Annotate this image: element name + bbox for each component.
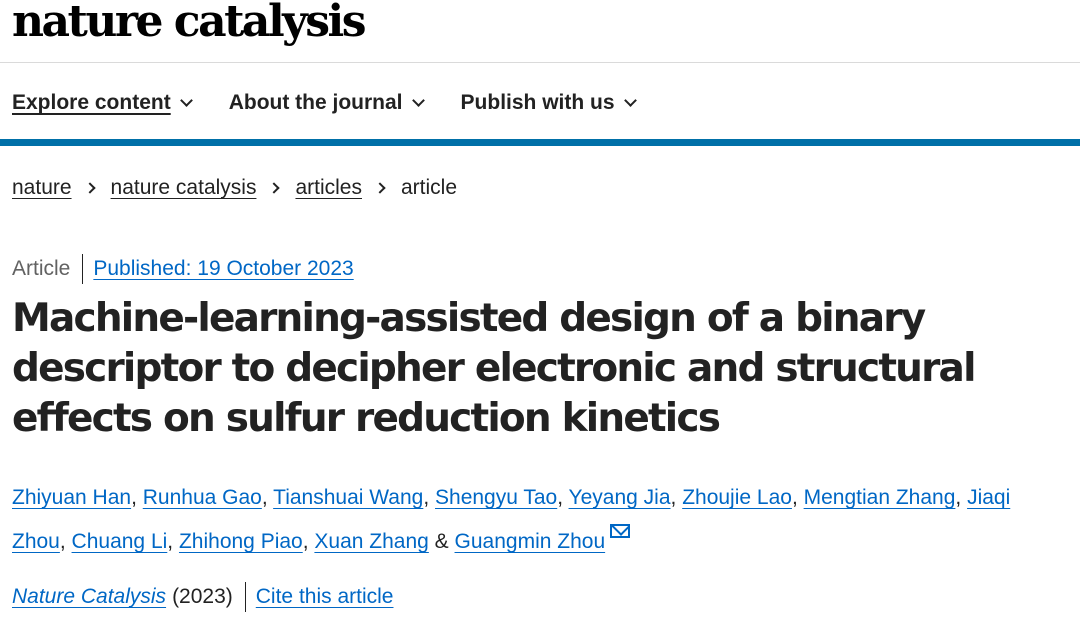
citation-row: Nature Catalysis (2023) Cite this articl… xyxy=(12,582,393,612)
nav-publish-with-us-label: Publish with us xyxy=(460,91,615,114)
breadcrumb-nature[interactable]: nature xyxy=(12,176,72,200)
author-separator: , xyxy=(302,530,315,553)
site-logo[interactable]: nature catalysis xyxy=(12,0,366,50)
author-separator: , xyxy=(261,486,274,509)
nav-about-the-journal-label: About the journal xyxy=(228,91,403,114)
author-link[interactable]: Tianshuai Wang xyxy=(273,486,423,509)
article-meta: Article Published: 19 October 2023 xyxy=(12,254,354,284)
author-separator: , xyxy=(557,486,569,509)
chevron-down-icon xyxy=(179,93,193,107)
author-link[interactable]: Xuan Zhang xyxy=(314,530,428,553)
publication-year: (2023) xyxy=(172,585,233,608)
author-link[interactable]: Guangmin Zhou xyxy=(455,530,606,553)
nav-publish-with-us[interactable]: Publish with us xyxy=(460,91,637,115)
cite-this-article-link[interactable]: Cite this article xyxy=(256,585,394,609)
journal-link[interactable]: Nature Catalysis xyxy=(12,585,166,609)
nav-about-the-journal[interactable]: About the journal xyxy=(228,91,425,115)
main-nav: Explore content About the journal Publis… xyxy=(12,87,673,119)
breadcrumb-current: article xyxy=(400,176,458,199)
chevron-down-icon xyxy=(623,93,637,107)
author-separator: , xyxy=(167,530,179,553)
author-link[interactable]: Runhua Gao xyxy=(143,486,262,509)
author-separator: , xyxy=(670,486,683,509)
author-separator: , xyxy=(791,486,804,509)
author-separator: & xyxy=(428,530,455,553)
meta-divider xyxy=(82,254,84,284)
article-type: Article xyxy=(12,257,71,280)
author-separator: , xyxy=(59,530,72,553)
author-link[interactable]: Shengyu Tao xyxy=(435,486,557,509)
chevron-right-icon xyxy=(374,182,386,194)
article-title: Machine-learning-assisted design of a bi… xyxy=(12,296,976,441)
nav-explore-content-label: Explore content xyxy=(12,91,171,114)
chevron-right-icon xyxy=(83,182,96,194)
mail-icon[interactable] xyxy=(610,524,631,538)
chevron-down-icon xyxy=(411,93,425,107)
author-link[interactable]: Chuang Li xyxy=(72,530,168,553)
breadcrumb: nature nature catalysis articles article xyxy=(12,176,457,200)
author-link[interactable]: Zhiyuan Han xyxy=(12,486,131,509)
author-link[interactable]: Zhoujie Lao xyxy=(682,486,792,509)
header-divider xyxy=(0,62,1080,63)
accent-bar xyxy=(0,139,1080,146)
citation-divider xyxy=(244,582,246,612)
breadcrumb-articles[interactable]: articles xyxy=(295,176,362,200)
author-link[interactable]: Mengtian Zhang xyxy=(804,486,956,509)
nav-explore-content[interactable]: Explore content xyxy=(12,91,193,115)
breadcrumb-nature-catalysis[interactable]: nature catalysis xyxy=(111,176,257,200)
author-separator: , xyxy=(131,486,143,509)
author-separator: , xyxy=(955,486,968,509)
author-separator: , xyxy=(423,486,436,509)
chevron-right-icon xyxy=(268,182,281,194)
author-link[interactable]: Yeyang Jia xyxy=(569,486,671,509)
author-list: Zhiyuan Han, Runhua Gao, Tianshuai Wang,… xyxy=(12,476,1062,564)
author-link[interactable]: Zhihong Piao xyxy=(179,530,303,553)
published-date-link[interactable]: Published: 19 October 2023 xyxy=(93,257,353,281)
